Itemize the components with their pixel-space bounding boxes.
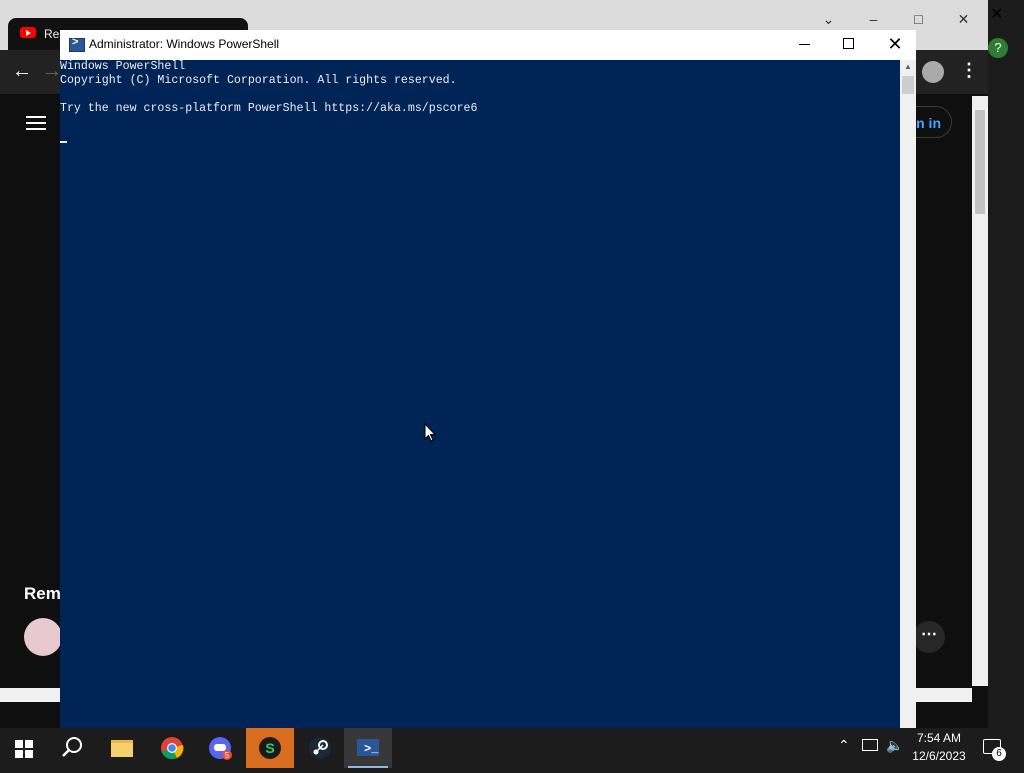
taskbar-app[interactable]: S [246,728,294,768]
powershell-taskbar-icon: >_ [357,739,379,756]
text-cursor [60,141,67,143]
console-scrollbar[interactable] [900,60,916,728]
outer-close-icon[interactable]: ✕ [990,4,1003,24]
more-options-button[interactable]: ⋯ [913,621,945,653]
taskbar-file-explorer[interactable] [98,728,146,768]
svg-text:S: S [265,740,274,756]
scroll-up-arrow-icon[interactable]: ▲ [900,62,916,74]
browser-window-controls: ⌄ – □ ✕ [806,5,988,33]
tab-search-icon[interactable]: ⌄ [806,5,851,33]
console-line: Windows PowerShell [60,60,186,73]
steam-icon [309,737,331,759]
show-hidden-icons-chevron-icon[interactable]: ⌃ [838,737,850,754]
youtube-logo-icon [20,27,36,38]
hamburger-menu-icon[interactable] [26,112,46,134]
powershell-icon [69,36,85,52]
browser-maximize-button[interactable]: □ [896,5,941,33]
browser-minimize-button[interactable]: – [851,5,896,33]
browser-menu-icon[interactable]: ⋮ [960,60,978,81]
windows-logo-icon [15,740,23,748]
discord-icon: 5 [209,737,232,760]
taskbar-chrome[interactable] [148,728,196,768]
clock-time[interactable]: 7:54 AM [906,731,972,745]
profile-avatar-icon[interactable] [922,61,944,83]
close-button[interactable]: ✕ [880,30,910,60]
volume-muted-icon[interactable]: 🔈 [886,737,903,754]
search-button[interactable] [48,728,96,768]
taskbar-steam[interactable] [296,728,344,768]
browser-close-button[interactable]: ✕ [941,5,986,33]
notification-count-badge: 6 [992,747,1006,761]
taskbar-powershell[interactable]: >_ [344,728,392,768]
clock-date[interactable]: 12/6/2023 [906,749,972,763]
forward-arrow-icon[interactable]: → [42,60,62,83]
start-button[interactable] [0,728,48,768]
window-title: Administrator: Windows PowerShell [89,37,280,51]
video-title-heading: Rem [24,584,61,603]
page-scrollbar-thumb[interactable] [975,110,985,214]
svg-text:>_: >_ [364,742,379,756]
file-explorer-icon [111,740,133,757]
taskbar-discord[interactable]: 5 [196,728,244,768]
discord-badge: 5 [225,751,230,760]
channel-avatar[interactable] [24,618,62,656]
maximize-button[interactable] [834,30,864,60]
back-arrow-icon[interactable]: ← [12,60,32,83]
console-line: Copyright (C) Microsoft Corporation. All… [60,74,457,87]
browser-tab-title: Re [44,27,60,41]
search-icon [62,737,82,757]
minimize-button[interactable] [790,30,820,60]
network-icon[interactable] [862,739,878,751]
console-output[interactable]: Windows PowerShell Copyright (C) Microso… [60,60,900,728]
extension-icon[interactable]: ? [988,38,1008,58]
console-line: Try the new cross-platform PowerShell ht… [60,102,478,115]
console-scrollbar-thumb[interactable] [902,76,914,94]
mouse-pointer-icon [424,423,437,442]
app-icon: S [259,737,281,759]
chrome-icon [161,737,184,760]
